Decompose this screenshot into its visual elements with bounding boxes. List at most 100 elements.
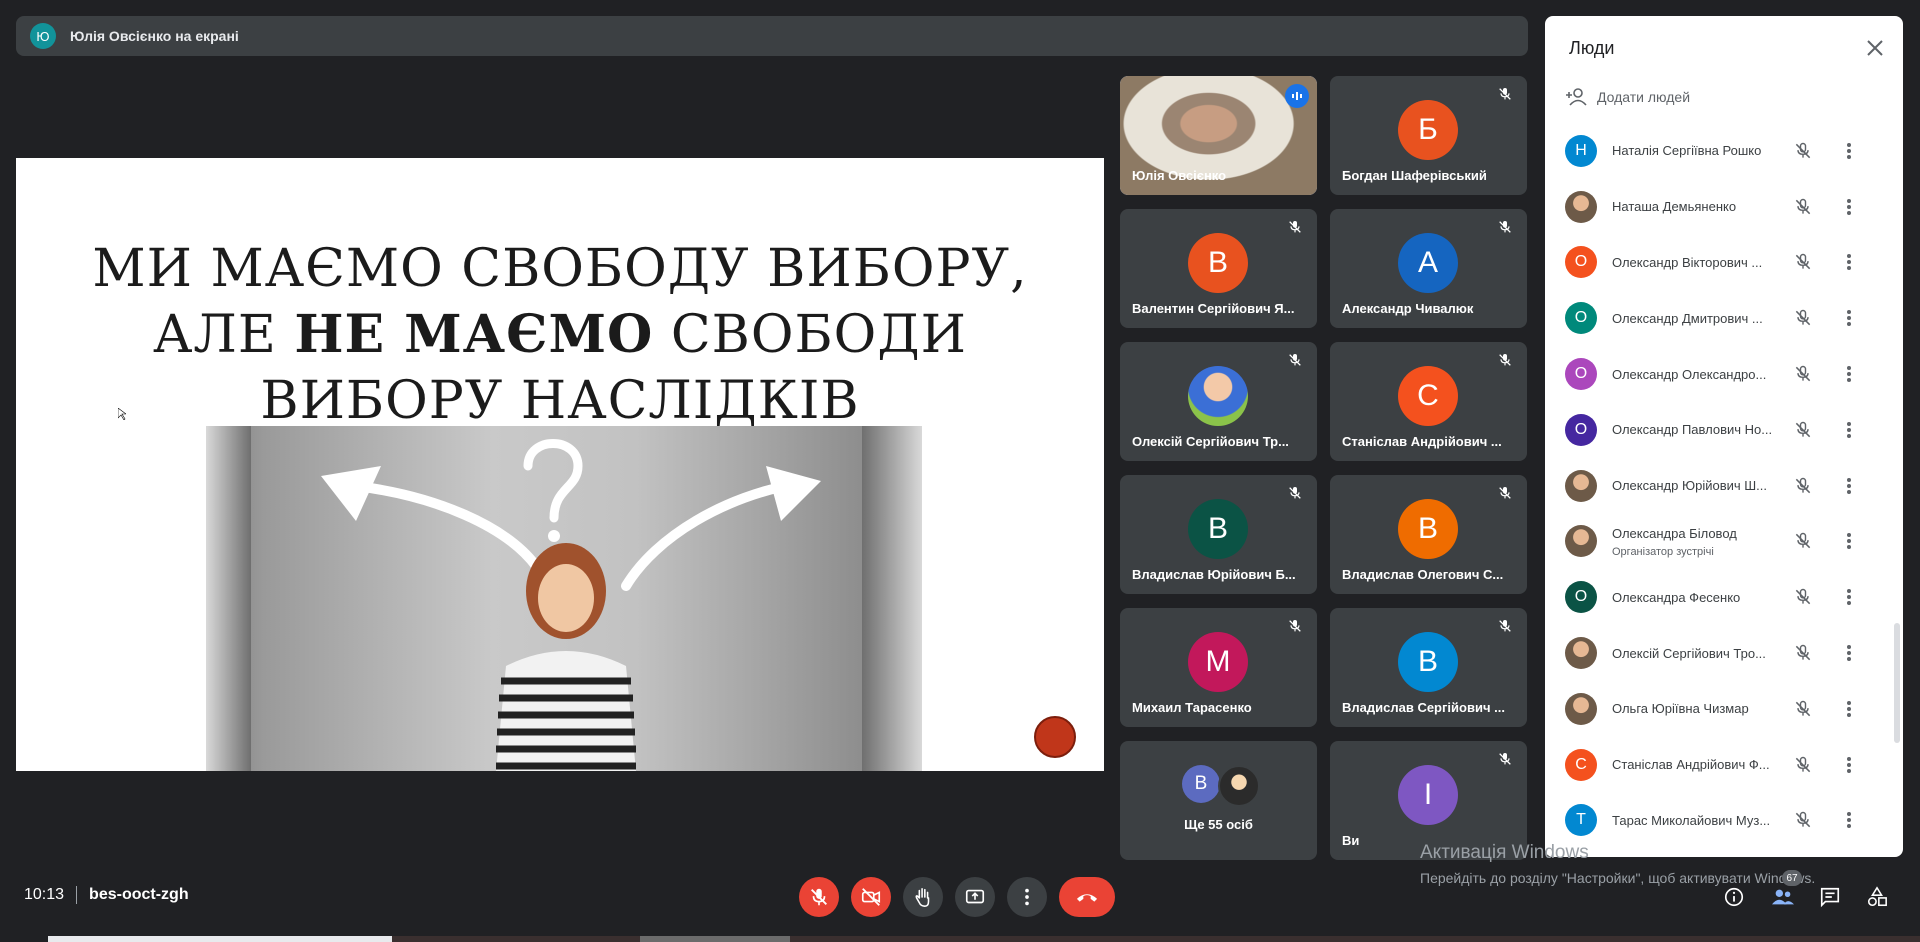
more-vert-icon[interactable] <box>1843 643 1855 663</box>
more-vert-icon[interactable] <box>1843 755 1855 775</box>
person-avatar: О <box>1565 581 1597 614</box>
mic-off-icon[interactable] <box>1793 755 1813 775</box>
add-person-icon <box>1566 88 1587 106</box>
participant-name: Богдан Шаферівський <box>1342 168 1487 183</box>
leave-call-button[interactable] <box>1059 877 1115 917</box>
more-vert-icon[interactable] <box>1843 141 1855 161</box>
participant-name: Михаил Тарасенко <box>1132 700 1252 715</box>
people-list-item[interactable]: О Олександр Павлович Но... <box>1545 402 1903 458</box>
slide-title: МИ МАЄМО СВОБОДУ ВИБОРУ, АЛЕ НЕ МАЄМО СВ… <box>16 236 1104 434</box>
participant-name: Владислав Сергійович ... <box>1342 700 1505 715</box>
more-vert-icon[interactable] <box>1843 699 1855 719</box>
mic-off-icon[interactable] <box>1793 252 1813 272</box>
people-list-item[interactable]: С Станіслав Андрійович Ф... <box>1545 737 1903 793</box>
mic-off-icon[interactable] <box>1793 308 1813 328</box>
present-button[interactable] <box>955 877 995 917</box>
close-icon[interactable] <box>1865 38 1885 58</box>
participant-tile[interactable]: В Ще 55 осіб <box>1120 741 1317 860</box>
mic-toggle-button[interactable] <box>799 877 839 917</box>
person-avatar: О <box>1565 246 1597 279</box>
mic-off-icon <box>1287 352 1303 368</box>
more-vert-icon[interactable] <box>1843 531 1855 551</box>
participant-tile[interactable]: М Михаил Тарасенко <box>1120 608 1317 727</box>
participant-name: Александр Чивалюк <box>1342 301 1474 316</box>
people-list-item[interactable]: О Олександра Фесенко <box>1545 569 1903 625</box>
mic-off-icon[interactable] <box>1793 699 1813 719</box>
participant-avatar: Б <box>1398 100 1458 160</box>
people-list-item[interactable]: Наташа Демьяненко <box>1545 179 1903 235</box>
participant-tile[interactable]: В Валентин Сергійович Я... <box>1120 209 1317 328</box>
participant-avatar: І <box>1398 765 1458 825</box>
people-list-item[interactable]: Н Наталія Сергіївна Рошко <box>1545 123 1903 179</box>
mic-off-icon <box>1497 618 1513 634</box>
participant-name: Станіслав Андрійович ... <box>1342 434 1502 449</box>
mic-off-icon[interactable] <box>1793 587 1813 607</box>
more-vert-icon[interactable] <box>1843 252 1855 272</box>
add-people-label: Додати людей <box>1597 89 1691 105</box>
slide-line-2-pre: АЛЕ <box>153 305 295 365</box>
more-vert-icon[interactable] <box>1843 420 1855 440</box>
people-list-item[interactable]: Олексій Сергійович Тро... <box>1545 625 1903 681</box>
raise-hand-button[interactable] <box>903 877 943 917</box>
mic-off-icon[interactable] <box>1793 420 1813 440</box>
more-vert-icon[interactable] <box>1843 308 1855 328</box>
meeting-details-button[interactable] <box>1722 885 1746 909</box>
mic-off-icon[interactable] <box>1793 476 1813 496</box>
speaking-indicator-icon <box>1285 84 1309 108</box>
more-vert-icon[interactable] <box>1843 197 1855 217</box>
more-vert-icon[interactable] <box>1843 810 1855 830</box>
person-name: Наталія Сергіївна Рошко <box>1612 143 1762 159</box>
slide-photo <box>206 426 922 771</box>
participant-tile[interactable]: Юлія Овсієнко <box>1120 76 1317 195</box>
meeting-code[interactable]: bes-ooct-zgh <box>89 886 189 904</box>
more-vert-icon[interactable] <box>1843 476 1855 496</box>
slide-line-2: АЛЕ НЕ МАЄМО СВОБОДИ <box>16 302 1104 368</box>
activities-button[interactable] <box>1865 885 1889 909</box>
more-options-button[interactable] <box>1007 877 1047 917</box>
person-name: Олександр Юрійович Ш... <box>1612 478 1767 494</box>
mic-off-icon[interactable] <box>1793 643 1813 663</box>
camera-toggle-button[interactable] <box>851 877 891 917</box>
chat-button[interactable] <box>1818 885 1842 909</box>
mic-off-icon <box>1287 618 1303 634</box>
person-avatar <box>1565 190 1597 223</box>
people-list: Н Наталія Сергіївна Рошко Наташа Демьяненк… <box>1545 123 1903 848</box>
people-list-item[interactable]: Олександр Юрійович Ш... <box>1545 458 1903 514</box>
participant-avatar: В <box>1398 632 1458 692</box>
person-name: Олександр Вікторович ... <box>1612 254 1763 270</box>
participant-tile[interactable]: С Станіслав Андрійович ... <box>1330 342 1527 461</box>
participant-name: Владислав Юрійович Б... <box>1132 567 1296 582</box>
participant-tile[interactable]: Б Богдан Шаферівський <box>1330 76 1527 195</box>
more-vert-icon[interactable] <box>1843 364 1855 384</box>
mic-off-icon[interactable] <box>1793 141 1813 161</box>
taskbar-strip-highlight <box>48 936 392 942</box>
mic-off-icon[interactable] <box>1793 531 1813 551</box>
participant-name: Юлія Овсієнко <box>1132 168 1227 183</box>
people-scrollbar[interactable] <box>1894 623 1900 743</box>
mic-off-icon[interactable] <box>1793 364 1813 384</box>
people-list-item[interactable]: Ольга Юріївна Чизмар <box>1545 681 1903 737</box>
participant-tile[interactable]: А Александр Чивалюк <box>1330 209 1527 328</box>
more-vert-icon <box>1025 888 1029 906</box>
people-button[interactable] <box>1771 885 1795 909</box>
add-people-button[interactable]: Додати людей <box>1565 88 1690 106</box>
more-avatar-letter: В <box>1182 765 1220 803</box>
person-name: Олександра Фесенко <box>1612 589 1741 605</box>
more-avatar-photo <box>1218 765 1260 807</box>
people-list-item[interactable]: О Олександр Дмитрович ... <box>1545 290 1903 346</box>
participant-tile[interactable]: Олексій Сергійович Тр... <box>1120 342 1317 461</box>
people-list-item[interactable]: О Олександр Вікторович ... <box>1545 235 1903 291</box>
mic-off-icon[interactable] <box>1793 197 1813 217</box>
slide-line-2-post: СВОБОДИ <box>653 305 967 365</box>
participant-tile[interactable]: В Владислав Юрійович Б... <box>1120 475 1317 594</box>
participants-count-badge: 67 <box>1782 870 1802 886</box>
people-list-item[interactable]: О Олександр Олександро... <box>1545 346 1903 402</box>
mic-off-icon[interactable] <box>1793 810 1813 830</box>
more-participants-avatars: В <box>1182 765 1262 807</box>
participant-tile[interactable]: В Владислав Олегович С... <box>1330 475 1527 594</box>
people-list-item[interactable]: Т Тарас Миколайович Муз... <box>1545 793 1903 849</box>
people-list-item[interactable]: Олександра Біловод Організатор зустрічі <box>1545 514 1903 570</box>
person-avatar <box>1565 469 1597 502</box>
more-vert-icon[interactable] <box>1843 587 1855 607</box>
participant-tile[interactable]: В Владислав Сергійович ... <box>1330 608 1527 727</box>
